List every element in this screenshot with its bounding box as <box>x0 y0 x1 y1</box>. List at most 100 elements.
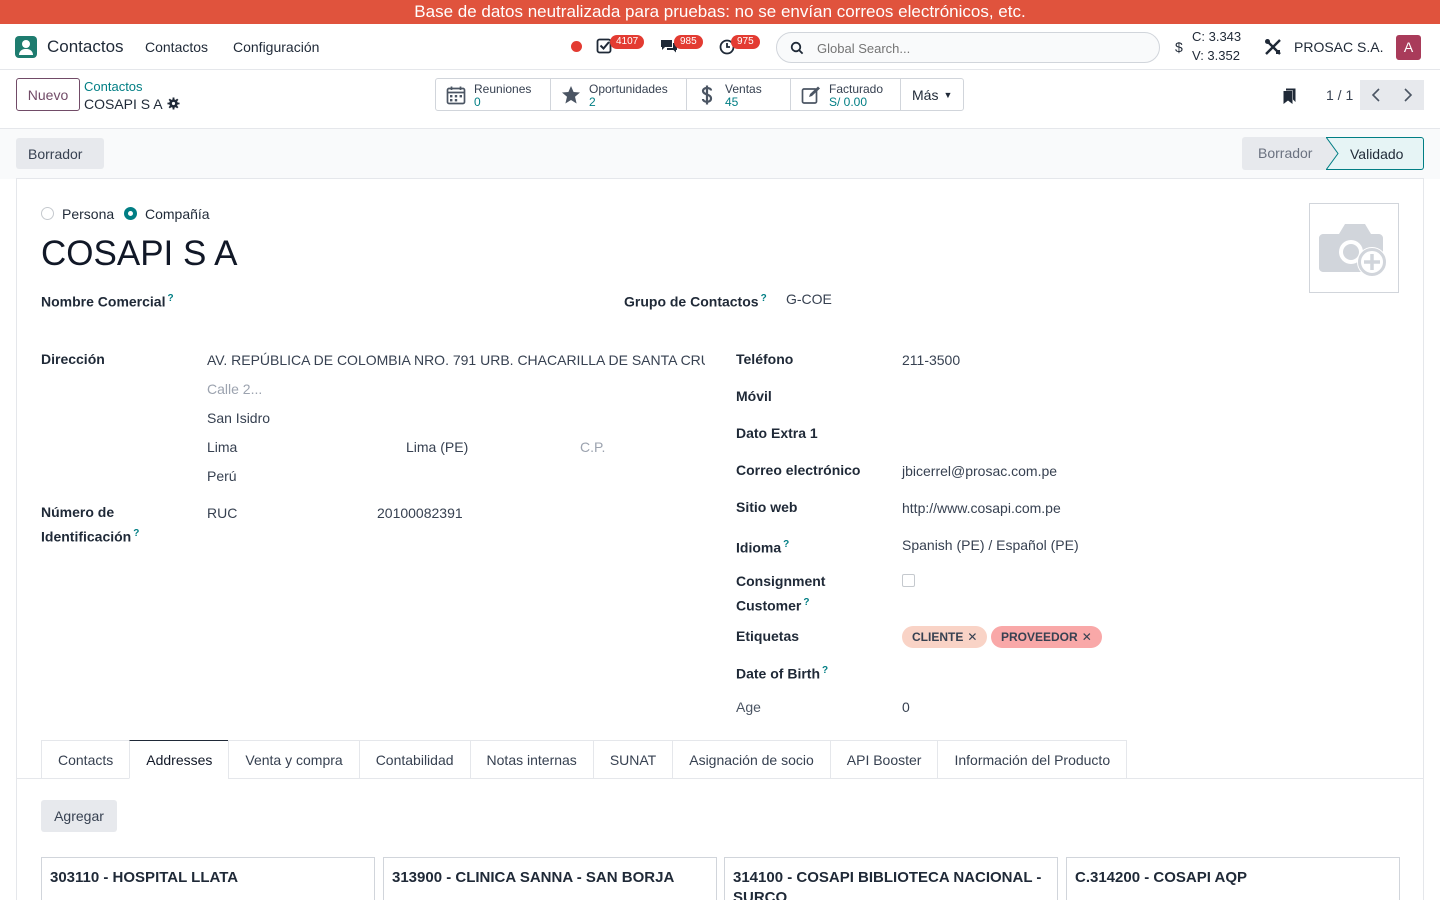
bookmark-icon[interactable] <box>1283 88 1297 104</box>
label-trade-name: Nombre Comercial? <box>41 293 174 310</box>
address-card[interactable]: C.314200 - COSAPI AQP <box>1066 857 1400 900</box>
notebook-tabs: Contacts Addresses Venta y compra Contab… <box>41 740 1128 779</box>
tab-partner-assignment[interactable]: Asignación de socio <box>672 740 830 779</box>
menu-configuracion[interactable]: Configuración <box>233 39 319 55</box>
address-card-title: C.314200 - COSAPI AQP <box>1075 869 1248 886</box>
label-mobile: Móvil <box>736 388 772 404</box>
radio-compania-label[interactable]: Compañía <box>145 206 210 222</box>
menu-contactos[interactable]: Contactos <box>145 39 208 55</box>
timer-badge: 975 <box>731 35 760 49</box>
language-field[interactable]: Spanish (PE) / Español (PE) <box>902 535 1079 556</box>
address-card-title: 313900 - CLINICA SANNA - SAN BORJA <box>392 869 675 886</box>
tab-contacts[interactable]: Contacts <box>41 740 130 779</box>
smart-label: Ventas <box>725 82 762 96</box>
label-language: Idioma? <box>736 539 790 556</box>
consignment-checkbox[interactable] <box>902 574 915 587</box>
help-icon: ? <box>803 597 810 608</box>
user-avatar[interactable]: A <box>1396 35 1421 60</box>
label-age: Age <box>736 699 761 715</box>
smart-label: Oportunidades <box>589 82 668 96</box>
address-card-title: 303110 - HOSPITAL LLATA <box>50 869 239 886</box>
stage-borrador[interactable]: Borrador <box>1242 137 1332 170</box>
tab-product-info[interactable]: Información del Producto <box>937 740 1128 779</box>
label-contact-group: Grupo de Contactos? <box>624 293 767 310</box>
tag-cliente[interactable]: CLIENTE ✕ <box>902 626 988 648</box>
smart-label: Facturado <box>829 82 884 96</box>
tab-sunat[interactable]: SUNAT <box>592 740 673 779</box>
district-field[interactable]: San Isidro <box>207 408 270 429</box>
more-label: Más <box>912 86 939 103</box>
radio-persona[interactable] <box>41 207 54 220</box>
smart-buttons: Reuniones 0 Oportunidades 2 Ventas 45 Fa… <box>435 78 965 111</box>
breadcrumb-parent[interactable]: Contactos <box>84 79 143 94</box>
address-card[interactable]: 303110 - HOSPITAL LLATA <box>41 857 375 900</box>
messages-badge: 985 <box>674 35 703 49</box>
gear-icon[interactable] <box>167 97 180 110</box>
tab-sales-purchase[interactable]: Venta y compra <box>228 740 359 779</box>
pager-next-button[interactable] <box>1392 80 1424 110</box>
smart-button-meetings[interactable]: Reuniones 0 <box>436 79 551 110</box>
help-icon: ? <box>133 528 140 539</box>
label-dob: Date of Birth? <box>736 665 829 682</box>
tab-api-booster[interactable]: API Booster <box>829 740 938 779</box>
partner-name[interactable]: COSAPI S A <box>41 234 237 274</box>
radio-compania[interactable] <box>124 207 137 220</box>
recording-icon[interactable] <box>571 41 582 52</box>
contact-group-value[interactable]: G-COE <box>786 289 832 310</box>
city-field[interactable]: Lima <box>207 437 237 458</box>
breadcrumb-current: COSAPI S A <box>84 96 163 112</box>
tab-accounting[interactable]: Contabilidad <box>358 740 470 779</box>
state-field[interactable]: Lima (PE) <box>406 437 468 458</box>
calendar-icon <box>446 86 466 105</box>
smart-label: Reuniones <box>474 82 532 96</box>
stage-arrow-icon <box>1326 137 1339 170</box>
tab-addresses[interactable]: Addresses <box>129 740 229 779</box>
debug-tools-icon[interactable] <box>1264 38 1282 56</box>
label-extra: Dato Extra 1 <box>736 425 818 441</box>
tag-proveedor[interactable]: PROVEEDOR ✕ <box>991 626 1102 648</box>
label-tags: Etiquetas <box>736 628 800 644</box>
address-card[interactable]: 314100 - COSAPI BIBLIOTECA NACIONAL - SU… <box>724 857 1058 900</box>
smart-value: 0 <box>474 95 481 109</box>
tab-internal-notes[interactable]: Notas internas <box>469 740 593 779</box>
new-button[interactable]: Nuevo <box>16 78 80 111</box>
global-search[interactable] <box>776 32 1160 63</box>
app-name[interactable]: Contactos <box>47 37 124 57</box>
pager-value[interactable]: 1 / 1 <box>1326 87 1353 103</box>
chevron-left-icon <box>1371 88 1380 102</box>
phone-field[interactable]: 211-3500 <box>902 350 960 371</box>
street-field[interactable]: AV. REPÚBLICA DE COLOMBIA NRO. 791 URB. … <box>207 350 705 371</box>
star-icon <box>562 86 580 104</box>
contacts-app-icon[interactable] <box>15 36 37 58</box>
set-draft-button[interactable]: Borrador <box>16 138 104 169</box>
radio-persona-label[interactable]: Persona <box>62 206 114 222</box>
id-number-field[interactable]: 20100082391 <box>377 503 463 524</box>
control-panel: Nuevo Contactos COSAPI S A Reuniones 0 O… <box>0 70 1440 129</box>
label-email: Correo electrónico <box>736 462 861 478</box>
smart-button-opportunities[interactable]: Oportunidades 2 <box>551 79 687 110</box>
country-field[interactable]: Perú <box>207 466 237 487</box>
label-consignment: Consignment Customer? <box>736 573 826 614</box>
pager-previous-button[interactable] <box>1360 80 1392 110</box>
id-type-field[interactable]: RUC <box>207 503 237 524</box>
search-input[interactable] <box>817 39 1137 57</box>
zip-field[interactable]: C.P. <box>580 437 605 458</box>
more-button[interactable]: Más ▼ <box>901 79 963 110</box>
smart-button-sales[interactable]: Ventas 45 <box>687 79 791 110</box>
company-switcher[interactable]: PROSAC S.A. <box>1294 39 1383 55</box>
remove-tag-icon[interactable]: ✕ <box>967 630 977 644</box>
exchange-rate-buy: C: 3.343 <box>1192 29 1242 44</box>
smart-button-invoiced[interactable]: Facturado S/ 0.00 <box>791 79 901 110</box>
label-phone: Teléfono <box>736 351 794 367</box>
remove-tag-icon[interactable]: ✕ <box>1082 630 1092 644</box>
address-card-title: 314100 - COSAPI BIBLIOTECA NACIONAL - SU… <box>733 869 1042 900</box>
neutralized-db-banner: Base de datos neutralizada para pruebas:… <box>0 0 1440 24</box>
label-website: Sitio web <box>736 499 798 515</box>
email-field[interactable]: jbicerrel@prosac.com.pe <box>902 461 1057 482</box>
add-address-button[interactable]: Agregar <box>41 800 117 832</box>
partner-image[interactable] <box>1309 203 1399 293</box>
address-card[interactable]: 313900 - CLINICA SANNA - SAN BORJA <box>383 857 717 900</box>
status-bar: Borrador Borrador Validado <box>0 129 1440 179</box>
street2-field[interactable]: Calle 2... <box>207 379 262 400</box>
website-field[interactable]: http://www.cosapi.com.pe <box>902 498 1061 519</box>
